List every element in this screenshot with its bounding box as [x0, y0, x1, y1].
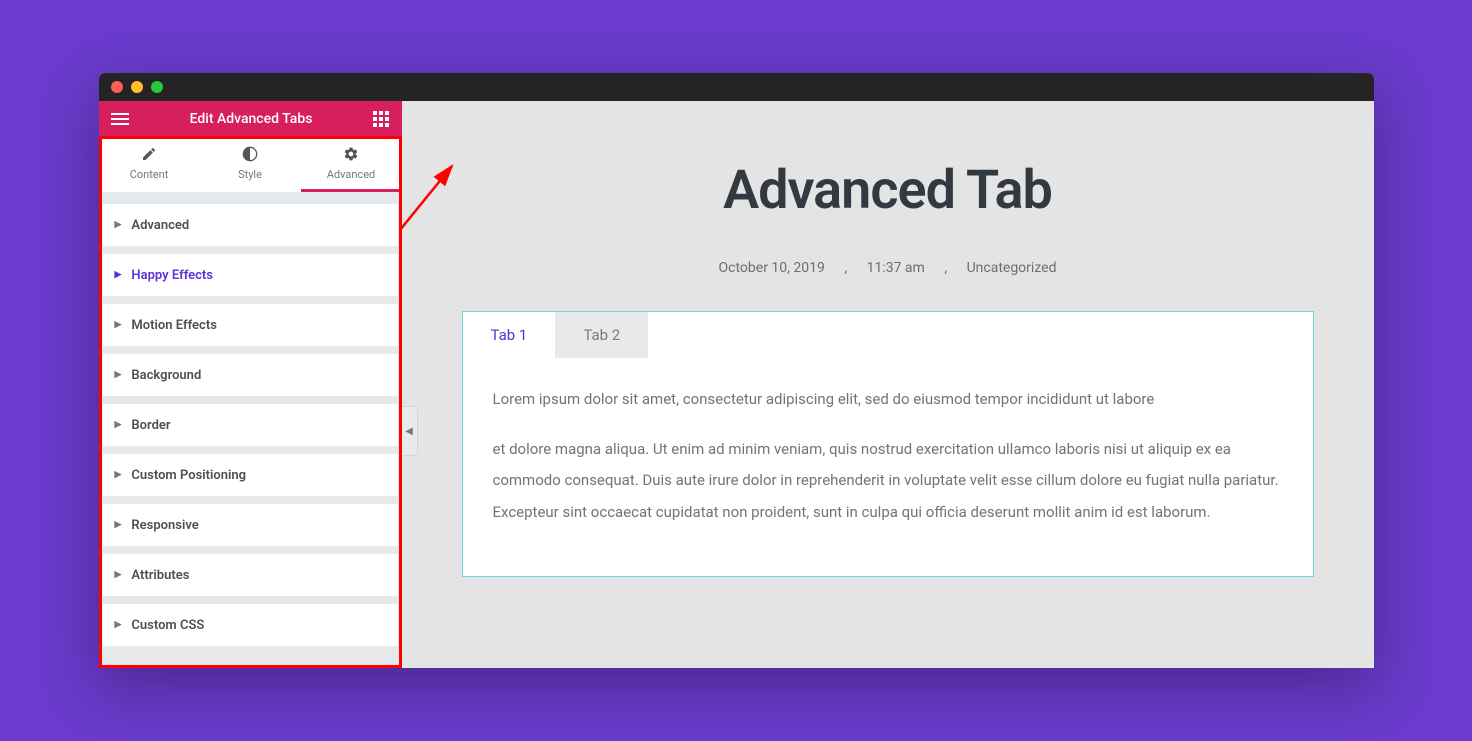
- tab-label: Style: [238, 168, 262, 181]
- section-label: Motion Effects: [131, 318, 216, 333]
- chevron-right-icon: ▶: [115, 370, 122, 380]
- preview-area: ◀ Advanced Tab October 10, 2019 , 11:37 …: [402, 101, 1374, 668]
- chevron-right-icon: ▶: [115, 520, 122, 530]
- tab-content[interactable]: Content: [99, 136, 200, 192]
- app-window: Edit Advanced Tabs Content Style Advance…: [99, 73, 1374, 668]
- meta-date: October 10, 2019: [719, 260, 825, 276]
- section-border[interactable]: ▶ Border: [103, 404, 398, 446]
- chevron-right-icon: ▶: [115, 420, 122, 430]
- section-background[interactable]: ▶ Background: [103, 354, 398, 396]
- tabs-nav: Tab 1 Tab 2: [463, 312, 1313, 358]
- grid-icon[interactable]: [373, 111, 389, 127]
- sidebar-sections: ▶ Advanced ▶ Happy Effects ▶ Motion Effects…: [99, 192, 402, 650]
- window-close-icon[interactable]: [111, 81, 123, 93]
- menu-icon[interactable]: [111, 113, 129, 125]
- section-advanced[interactable]: ▶ Advanced: [103, 204, 398, 246]
- editor-sidebar: Edit Advanced Tabs Content Style Advance…: [99, 101, 402, 668]
- tab-style[interactable]: Style: [200, 136, 301, 192]
- section-attributes[interactable]: ▶ Attributes: [103, 554, 398, 596]
- section-responsive[interactable]: ▶ Responsive: [103, 504, 398, 546]
- section-label: Custom CSS: [131, 618, 204, 633]
- gear-icon: [343, 146, 359, 162]
- section-custom-css[interactable]: ▶ Custom CSS: [103, 604, 398, 646]
- section-label: Advanced: [131, 218, 189, 233]
- section-happy-effects[interactable]: ▶ Happy Effects: [103, 254, 398, 296]
- chevron-right-icon: ▶: [115, 320, 122, 330]
- tab-paragraph: et dolore magna aliqua. Ut enim ad minim…: [493, 434, 1283, 529]
- section-label: Background: [131, 368, 201, 383]
- annotation-arrow: [402, 156, 462, 336]
- tab-content: Lorem ipsum dolor sit amet, consectetur …: [463, 358, 1313, 576]
- collapse-sidebar-handle[interactable]: ◀: [402, 406, 418, 456]
- post-meta: October 10, 2019 , 11:37 am , Uncategori…: [462, 260, 1314, 276]
- section-label: Responsive: [131, 518, 198, 533]
- sidebar-header: Edit Advanced Tabs: [99, 101, 402, 136]
- titlebar: [99, 73, 1374, 101]
- tab-2[interactable]: Tab 2: [555, 312, 648, 358]
- section-label: Border: [131, 418, 170, 433]
- body-area: Edit Advanced Tabs Content Style Advance…: [99, 101, 1374, 668]
- tab-1[interactable]: Tab 1: [463, 312, 556, 358]
- window-minimize-icon[interactable]: [131, 81, 143, 93]
- sidebar-title: Edit Advanced Tabs: [190, 111, 313, 127]
- section-label: Happy Effects: [131, 268, 213, 283]
- tab-label: Advanced: [327, 168, 375, 181]
- tab-label: Content: [130, 168, 169, 181]
- sidebar-tabs: Content Style Advanced: [99, 136, 402, 192]
- section-label: Custom Positioning: [131, 468, 246, 483]
- section-label: Attributes: [131, 568, 189, 583]
- section-custom-positioning[interactable]: ▶ Custom Positioning: [103, 454, 398, 496]
- chevron-right-icon: ▶: [115, 470, 122, 480]
- meta-time: 11:37 am: [867, 260, 925, 276]
- window-maximize-icon[interactable]: [151, 81, 163, 93]
- chevron-right-icon: ▶: [115, 570, 122, 580]
- contrast-icon: [242, 146, 258, 162]
- tabs-widget: Tab 1 Tab 2 Lorem ipsum dolor sit amet, …: [462, 311, 1314, 577]
- chevron-right-icon: ▶: [115, 220, 122, 230]
- section-motion-effects[interactable]: ▶ Motion Effects: [103, 304, 398, 346]
- chevron-right-icon: ▶: [115, 620, 122, 630]
- tab-advanced[interactable]: Advanced: [301, 136, 402, 192]
- page-title: Advanced Tab: [462, 159, 1314, 222]
- tab-paragraph: Lorem ipsum dolor sit amet, consectetur …: [493, 384, 1283, 416]
- pencil-icon: [141, 146, 157, 162]
- meta-separator: ,: [944, 260, 947, 276]
- meta-category: Uncategorized: [967, 260, 1057, 276]
- meta-separator: ,: [844, 260, 847, 276]
- chevron-right-icon: ▶: [115, 270, 122, 280]
